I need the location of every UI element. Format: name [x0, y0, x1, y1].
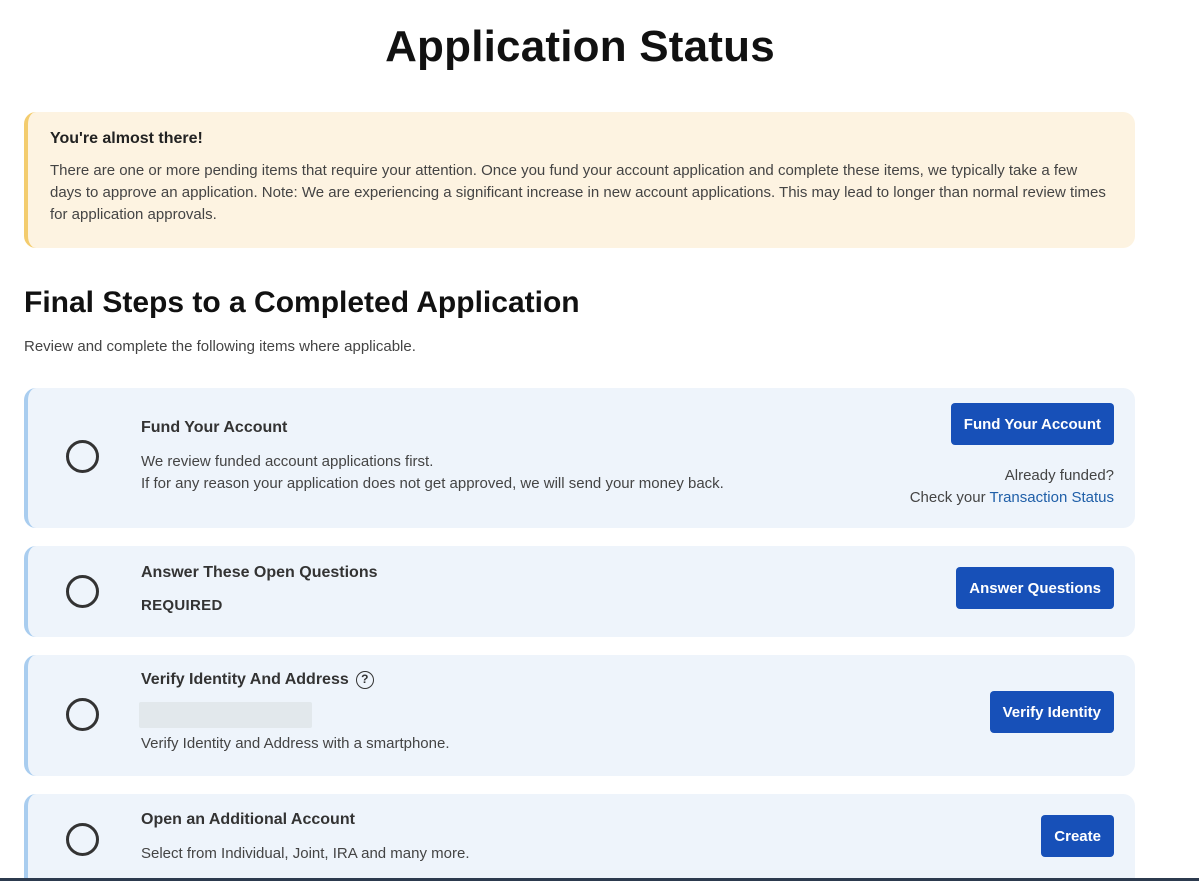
answer-questions-button[interactable]: Answer Questions: [956, 567, 1114, 609]
step-status-circle-icon: [66, 575, 99, 608]
already-funded-text: Already funded?: [1004, 467, 1114, 484]
required-label: REQUIRED: [141, 597, 223, 614]
create-account-button[interactable]: Create: [1041, 815, 1114, 857]
check-your-text: Check your: [909, 489, 986, 506]
step-open-additional-account: Open an Additional Account Select from I…: [24, 794, 1135, 881]
fund-account-button[interactable]: Fund Your Account: [950, 403, 1114, 445]
step-description-line2: If for any reason your application does …: [141, 475, 724, 492]
alert-body: There are one or more pending items that…: [50, 162, 1106, 223]
check-transaction-line: Check your Transaction Status: [910, 487, 1114, 509]
step-title: Open an Additional Account: [141, 811, 355, 828]
step-status-circle-icon: [66, 823, 99, 856]
step-title: Fund Your Account: [141, 419, 288, 436]
step-description-line1: We review funded account applications fi…: [141, 453, 434, 470]
transaction-status-link[interactable]: Transaction Status: [989, 489, 1114, 506]
redacted-field: [139, 702, 312, 728]
verify-identity-button[interactable]: Verify Identity: [989, 691, 1114, 733]
attention-alert: You're almost there! There are one or mo…: [24, 112, 1135, 248]
step-fund-account: Fund Your Account We review funded accou…: [24, 388, 1135, 528]
step-title-row: Verify Identity And Address?: [141, 671, 374, 689]
page-title: Application Status: [385, 22, 775, 71]
help-icon[interactable]: ?: [355, 671, 374, 689]
section-title: Final Steps to a Completed Application: [24, 286, 580, 319]
step-verify-identity: Verify Identity And Address? Verify Iden…: [24, 655, 1135, 776]
step-answer-questions: Answer These Open Questions REQUIRED Ans…: [24, 546, 1135, 637]
step-description: Verify Identity and Address with a smart…: [141, 735, 450, 752]
already-funded-note: Already funded? Check your Transaction S…: [910, 465, 1114, 509]
alert-title: You're almost there!: [50, 130, 203, 147]
step-title: Verify Identity And Address: [141, 671, 349, 688]
step-title: Answer These Open Questions: [141, 564, 378, 581]
step-status-circle-icon: [66, 440, 99, 473]
application-status-page: Application Status You're almost there! …: [0, 0, 1199, 881]
section-subtitle: Review and complete the following items …: [24, 338, 416, 355]
step-description: Select from Individual, Joint, IRA and m…: [141, 845, 470, 862]
step-status-circle-icon: [66, 698, 99, 731]
